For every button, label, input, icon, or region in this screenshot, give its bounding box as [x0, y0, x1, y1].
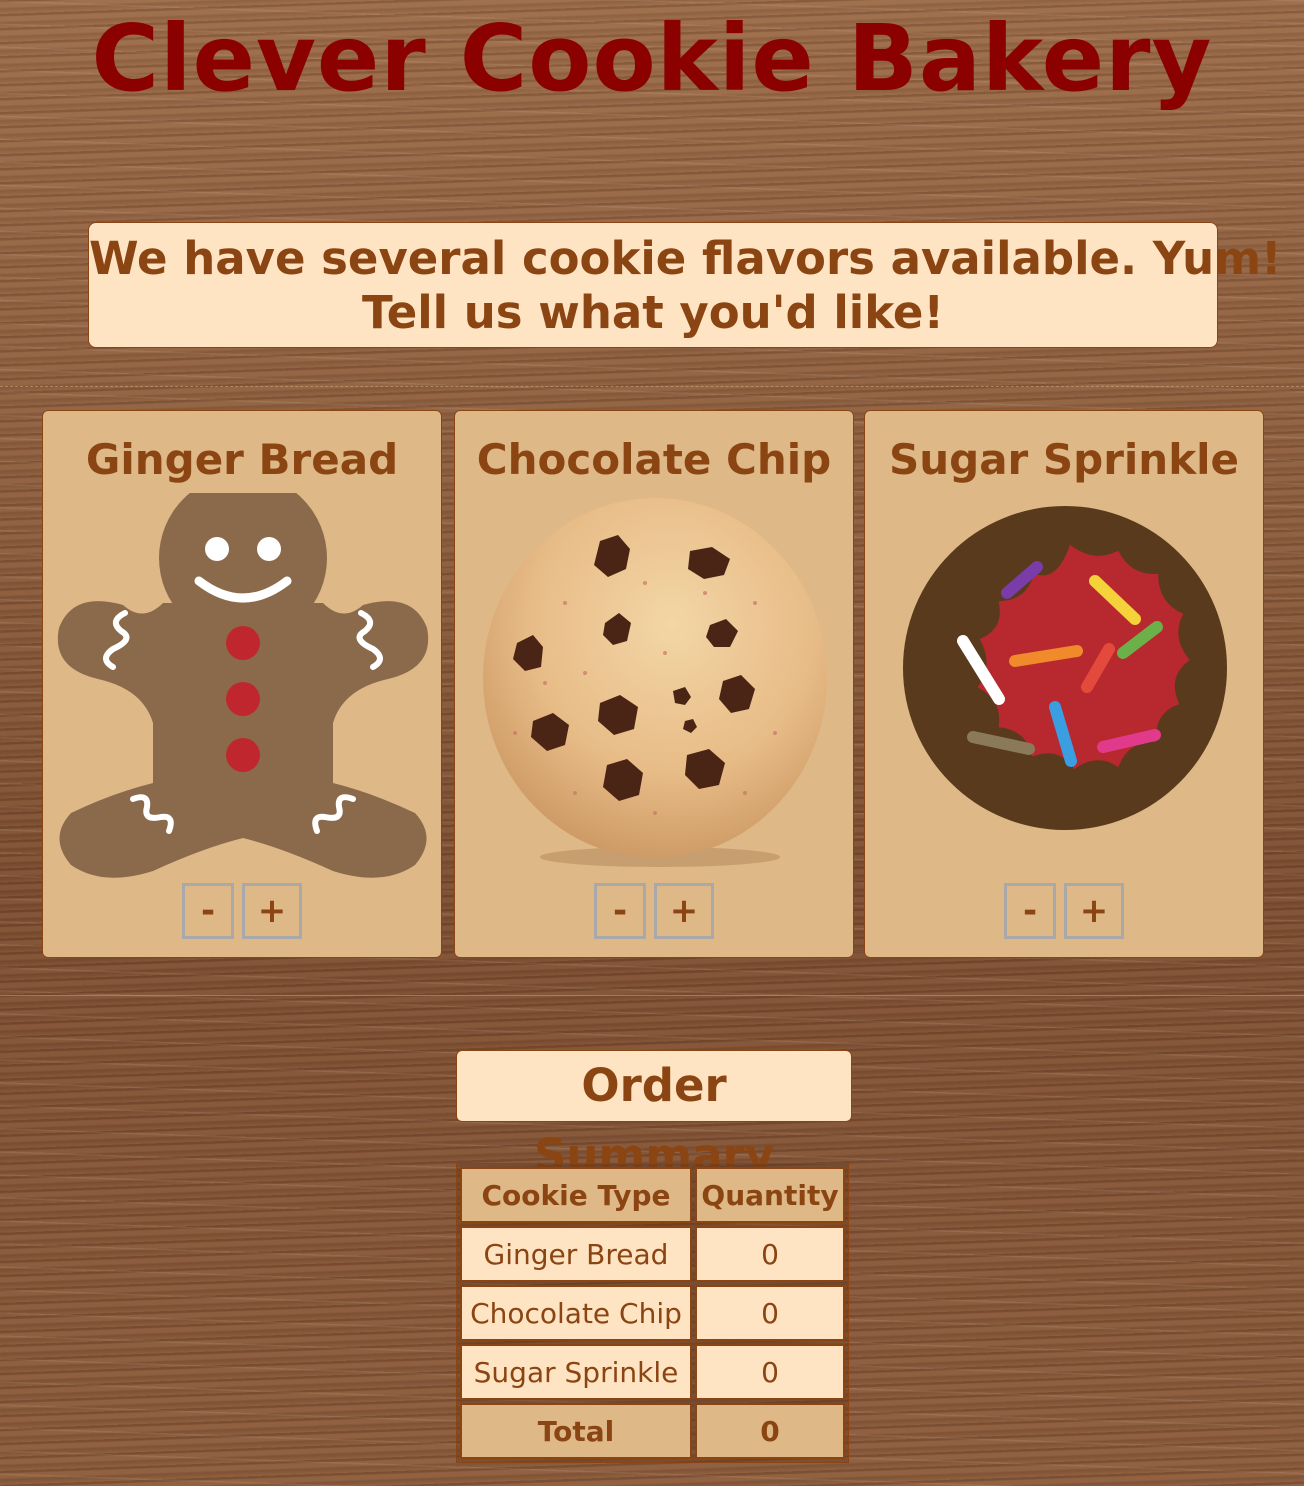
gingerbread-man-image — [43, 474, 443, 883]
cookie-type-cell: Sugar Sprinkle — [460, 1344, 692, 1400]
table-row: Sugar Sprinkle 0 — [460, 1344, 845, 1400]
cookie-name: Sugar Sprinkle — [888, 435, 1240, 484]
table-header-row: Cookie Type Quantity — [460, 1167, 845, 1223]
intro-banner: We have several cookie flavors available… — [88, 222, 1282, 348]
cookie-name: Chocolate Chip — [476, 435, 832, 484]
quantity-controls: - + — [43, 883, 441, 939]
increase-button[interactable]: + — [654, 883, 714, 939]
table-row: Ginger Bread 0 — [460, 1226, 845, 1282]
decrease-button[interactable]: - — [182, 883, 234, 939]
quantity-cell: 0 — [695, 1344, 845, 1400]
quantity-controls: - + — [455, 883, 853, 939]
increase-button[interactable]: + — [242, 883, 302, 939]
page-title: Clever Cookie Bakery — [91, 5, 1213, 112]
chocolate-chip-cookie-image — [455, 493, 855, 883]
cookie-type-cell: Ginger Bread — [460, 1226, 692, 1282]
cookie-type-cell: Chocolate Chip — [460, 1285, 692, 1341]
column-header-quantity: Quantity — [695, 1167, 845, 1223]
order-summary-title: Order Summary — [456, 1050, 852, 1182]
quantity-cell: 0 — [695, 1285, 845, 1341]
total-quantity: 0 — [695, 1403, 845, 1459]
total-row: Total 0 — [460, 1403, 845, 1459]
intro-line-1: We have several cookie flavors available… — [89, 232, 1282, 285]
order-summary-table: Cookie Type Quantity Ginger Bread 0 Choc… — [456, 1163, 849, 1463]
table-row: Chocolate Chip 0 — [460, 1285, 845, 1341]
sugar-sprinkle-cookie-image — [865, 493, 1265, 883]
cookie-card-ginger-bread: Ginger Bread - + — [42, 410, 442, 958]
decrease-button[interactable]: - — [1004, 883, 1056, 939]
cookie-card-chocolate-chip: Chocolate Chip - + — [454, 410, 854, 958]
divider — [0, 995, 1304, 996]
decrease-button[interactable]: - — [594, 883, 646, 939]
quantity-cell: 0 — [695, 1226, 845, 1282]
total-label: Total — [460, 1403, 692, 1459]
increase-button[interactable]: + — [1064, 883, 1124, 939]
cookie-card-sugar-sprinkle: Sugar Sprinkle - + — [864, 410, 1264, 958]
divider — [0, 386, 1304, 387]
column-header-cookie-type: Cookie Type — [460, 1167, 692, 1223]
quantity-controls: - + — [865, 883, 1263, 939]
intro-line-2: Tell us what you'd like! — [362, 286, 944, 339]
cookie-name: Ginger Bread — [85, 435, 399, 484]
